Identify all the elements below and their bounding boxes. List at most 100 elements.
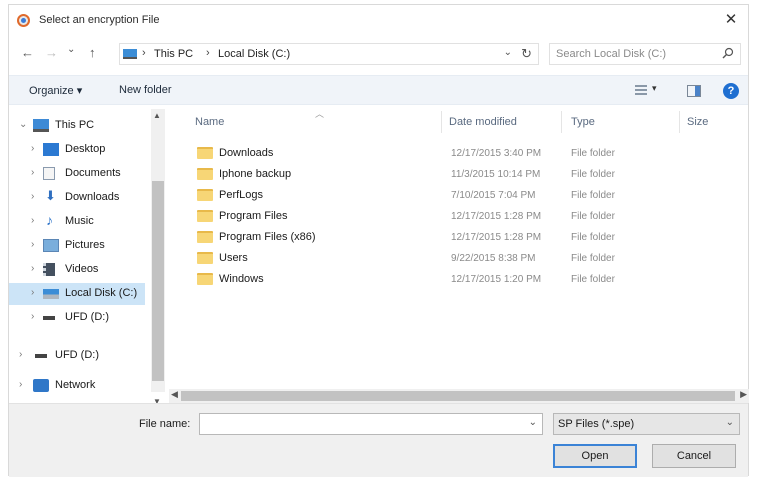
help-button[interactable]: ? (723, 83, 739, 99)
expand-arrow-icon[interactable]: › (31, 143, 34, 154)
column-divider[interactable] (441, 111, 442, 133)
chevron-down-icon: ⌄ (725, 417, 734, 428)
file-name: Iphone backup (219, 168, 292, 180)
address-bar[interactable]: › This PC › Local Disk (C:) ⌄ ↻ (119, 43, 539, 65)
file-date: 12/17/2015 3:40 PM (451, 148, 542, 159)
back-button[interactable]: ← (21, 45, 34, 60)
expand-arrow-icon[interactable]: › (31, 215, 34, 226)
expand-arrow-icon[interactable]: › (31, 311, 34, 322)
music-icon (43, 212, 59, 228)
file-name-combobox[interactable]: ⌄ (199, 413, 543, 435)
search-input[interactable] (556, 45, 716, 63)
expand-arrow-icon[interactable]: › (19, 379, 22, 390)
column-header-name[interactable]: Name (195, 116, 224, 128)
recent-locations-button[interactable]: ⌄ (67, 44, 75, 55)
tree-item-this-pc[interactable]: ⌄ This PC (9, 115, 145, 137)
column-header-size[interactable]: Size (687, 116, 708, 128)
tree-item-ufd-d-root[interactable]: › UFD (D:) (9, 345, 145, 367)
tree-item-desktop[interactable]: › Desktop (9, 139, 145, 161)
column-header-type[interactable]: Type (571, 116, 595, 128)
expand-arrow-icon[interactable]: › (19, 349, 22, 360)
file-date: 12/17/2015 1:28 PM (451, 211, 542, 222)
change-view-button[interactable]: ▾ (635, 83, 659, 98)
scrollbar-thumb[interactable] (181, 391, 735, 401)
file-date: 11/3/2015 10:14 PM (451, 169, 541, 180)
file-row[interactable]: PerfLogs 7/10/2015 7:04 PM File folder (189, 185, 709, 205)
new-folder-button[interactable]: New folder (119, 84, 172, 96)
close-button[interactable]: ✕ (720, 10, 742, 30)
file-row[interactable]: Program Files 12/17/2015 1:28 PM File fo… (189, 206, 709, 226)
organize-menu[interactable]: Organize ▾ (29, 84, 82, 97)
file-name-label: File name: (139, 418, 191, 430)
pc-icon (33, 119, 49, 132)
expand-arrow-icon[interactable]: › (31, 167, 34, 178)
expand-arrow-icon[interactable]: › (31, 191, 34, 202)
tree-item-label: This PC (55, 119, 95, 131)
file-name: PerfLogs (219, 189, 264, 201)
file-type: File folder (571, 253, 615, 264)
tree-item-label: Downloads (65, 191, 120, 203)
command-toolbar: Organize ▾ New folder ▾ ? (9, 75, 748, 105)
column-header-date-modified[interactable]: Date modified (449, 116, 517, 128)
tree-item-label: Network (55, 379, 96, 391)
file-list-horizontal-scrollbar[interactable]: ◀ ▶ (169, 389, 749, 403)
tree-item-pictures[interactable]: › Pictures (9, 235, 145, 257)
column-divider[interactable] (561, 111, 562, 133)
file-type-select[interactable]: SP Files (*.spe) ⌄ (553, 413, 740, 435)
forward-button[interactable]: → (45, 45, 58, 60)
file-row[interactable]: Users 9/22/2015 8:38 PM File folder (189, 248, 709, 268)
folder-icon (197, 252, 213, 264)
chevron-down-icon[interactable]: ⌄ (529, 417, 537, 428)
open-button[interactable]: Open (553, 444, 637, 468)
file-list: ︿ Name Date modified Type Size Downloads… (169, 109, 739, 389)
navigation-pane-scrollbar[interactable]: ▲ ▼ (151, 109, 165, 406)
tree-item-videos[interactable]: › Videos (9, 259, 145, 281)
tree-item-network[interactable]: › Network (9, 375, 145, 397)
expand-arrow-icon[interactable]: › (31, 263, 34, 274)
breadcrumb-this-pc[interactable]: This PC (154, 48, 193, 60)
file-type: File folder (571, 211, 615, 222)
file-row[interactable]: Program Files (x86) 12/17/2015 1:28 PM F… (189, 227, 709, 247)
folder-icon (197, 147, 213, 159)
tree-item-music[interactable]: › Music (9, 211, 145, 233)
tree-item-documents[interactable]: › Documents (9, 163, 145, 185)
file-name: Users (219, 252, 248, 264)
file-type-value: SP Files (*.spe) (558, 418, 635, 430)
tree-item-local-disk[interactable]: › Local Disk (C:) (9, 283, 145, 305)
preview-pane-button[interactable] (687, 85, 701, 97)
scroll-up-arrow-icon[interactable]: ▲ (153, 111, 161, 120)
file-type: File folder (571, 232, 615, 243)
file-date: 12/17/2015 1:20 PM (451, 274, 542, 285)
desktop-icon (43, 143, 59, 156)
address-dropdown-button[interactable]: ⌄ (504, 47, 512, 58)
column-divider[interactable] (679, 111, 680, 133)
search-icon (722, 47, 734, 59)
tree-item-label: Documents (65, 167, 121, 179)
scroll-right-arrow-icon[interactable]: ▶ (740, 389, 747, 400)
tree-item-ufd-d[interactable]: › UFD (D:) (9, 307, 145, 329)
up-button[interactable]: ↑ (89, 45, 96, 60)
search-box[interactable] (549, 43, 741, 65)
expand-arrow-icon[interactable]: › (31, 239, 34, 250)
refresh-button[interactable]: ↻ (521, 46, 532, 62)
downloads-icon (43, 188, 59, 204)
scrollbar-thumb[interactable] (152, 181, 164, 381)
title-bar: Select an encryption File ✕ (9, 5, 748, 35)
cancel-button[interactable]: Cancel (652, 444, 736, 468)
file-row[interactable]: Downloads 12/17/2015 3:40 PM File folder (189, 143, 709, 163)
tree-item-label: UFD (D:) (55, 349, 99, 361)
expand-arrow-icon[interactable]: › (31, 287, 34, 298)
breadcrumb-local-disk[interactable]: Local Disk (C:) (218, 48, 290, 60)
file-name-input[interactable] (204, 415, 524, 433)
folder-icon (197, 168, 213, 180)
usb-drive-icon (43, 316, 55, 320)
file-row[interactable]: Windows 12/17/2015 1:20 PM File folder (189, 269, 709, 289)
navigation-bar: ← → ⌄ ↑ › This PC › Local Disk (C:) ⌄ ↻ (9, 39, 748, 69)
tree-item-downloads[interactable]: › Downloads (9, 187, 145, 209)
scroll-left-arrow-icon[interactable]: ◀ (171, 389, 178, 400)
folder-icon (197, 210, 213, 222)
view-options-icon (635, 85, 647, 95)
collapse-arrow-icon[interactable]: ⌄ (19, 119, 27, 130)
file-row[interactable]: Iphone backup 11/3/2015 10:14 PM File fo… (189, 164, 709, 184)
file-type: File folder (571, 148, 615, 159)
